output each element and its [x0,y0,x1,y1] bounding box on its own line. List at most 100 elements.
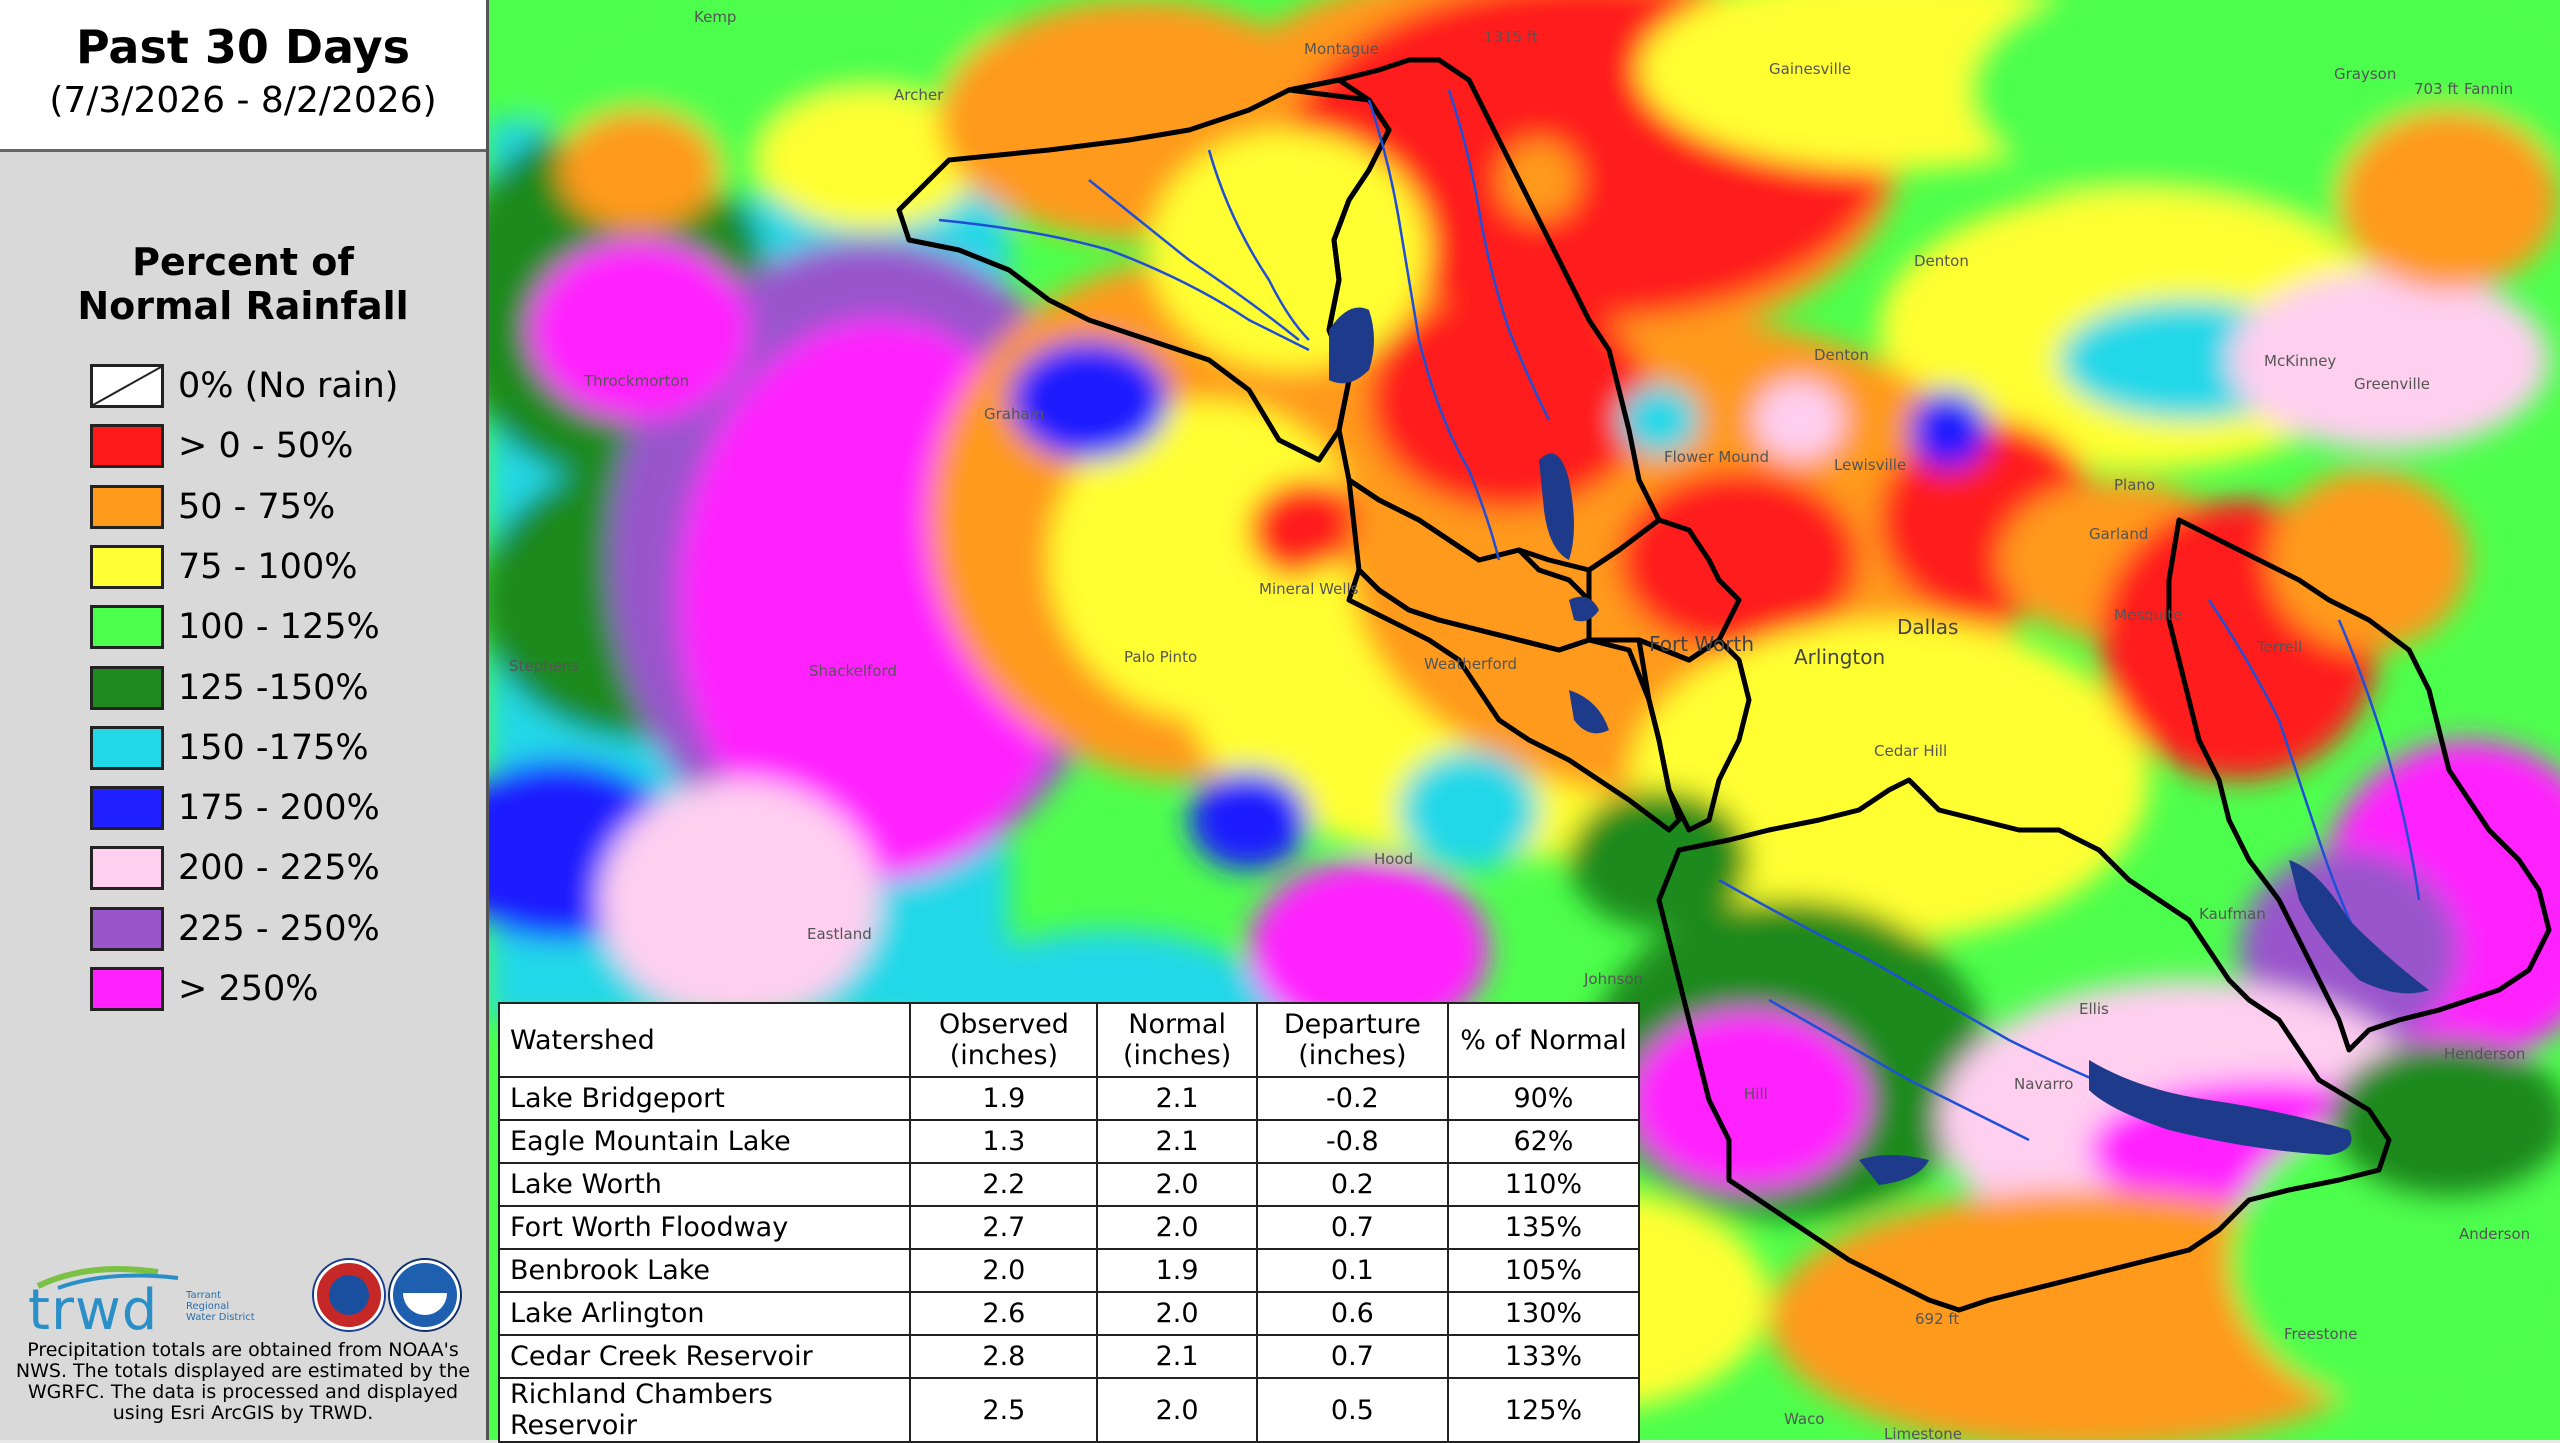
table-row: Lake Worth 2.2 2.0 0.2 110% [497,1162,1641,1207]
table-row: Benbrook Lake 2.0 1.9 0.1 105% [497,1248,1641,1293]
map-title: Past 30 Days [75,20,411,74]
place-label: Kemp [694,8,737,26]
watershed-cell: Lake Arlington [497,1291,912,1336]
place-label: Ellis [2079,1000,2109,1018]
legend-title: Percent of Normal Rainfall [0,240,486,328]
legend-item: 0% (No rain) [90,364,470,408]
normal-cell: 2.0 [1096,1205,1258,1250]
legend-swatch [90,725,164,770]
place-label: Grayson [2334,65,2397,83]
watershed-cell: Lake Worth [497,1162,912,1207]
place-label: Cedar Hill [1874,742,1948,760]
legend-label: 150 -175% [178,727,369,768]
legend-item: 225 - 250% [90,906,470,951]
place-label: Fannin [2464,80,2514,98]
departure-cell: 0.6 [1255,1291,1449,1336]
place-label: Kaufman [2199,905,2266,923]
place-label: Montague [1304,40,1379,58]
normal-cell: 2.0 [1096,1162,1258,1207]
place-label: Arlington [1794,645,1886,669]
departure-cell: 0.7 [1255,1334,1449,1379]
legend-label: 225 - 250% [178,908,380,949]
normal-cell: 2.1 [1096,1334,1258,1379]
pct-normal-cell: 125% [1446,1377,1641,1443]
place-label: Navarro [2014,1075,2074,1093]
place-label: Lewisville [1834,456,1907,474]
normal-cell: 1.9 [1096,1248,1258,1293]
pct-normal-cell: 105% [1446,1248,1641,1293]
normal-cell: 2.0 [1096,1291,1258,1336]
departure-cell: -0.8 [1255,1119,1449,1164]
place-label: Freestone [2284,1325,2358,1343]
observed-cell: 2.6 [909,1291,1099,1336]
legend-item: 100 - 125% [90,605,470,650]
pct-normal-cell: 130% [1446,1291,1641,1336]
departure-cell: 0.2 [1255,1162,1449,1207]
place-label: McKinney [2264,352,2337,370]
observed-cell: 1.9 [909,1076,1099,1121]
place-label: Mesquite [2114,606,2183,624]
place-label: Graham [984,405,1045,423]
place-label: 692 ft [1915,1310,1960,1328]
place-label: Shackelford [809,662,897,680]
observed-cell: 1.3 [909,1119,1099,1164]
title-box: Past 30 Days (7/3/2026 - 8/2/2026) [0,0,486,152]
pct-normal-cell: 90% [1446,1076,1641,1121]
legend-swatch [90,544,164,589]
header-observed: Observed (inches) [909,1002,1099,1078]
legend-item: > 250% [90,967,470,1011]
header-departure: Departure (inches) [1255,1002,1449,1078]
place-label: Johnson [1584,970,1644,988]
place-label: Mineral Wells [1259,580,1359,598]
place-label: Greenville [2354,375,2431,393]
nws-logo-icon [314,1260,384,1330]
noaa-logo-icon [390,1260,460,1330]
data-source-footnote: Precipitation totals are obtained from N… [15,1339,471,1424]
place-label: 703 ft [2414,80,2459,98]
observed-cell: 2.0 [909,1248,1099,1293]
place-label: Archer [894,86,944,104]
place-label: Weatherford [1424,655,1518,673]
legend-label: 0% (No rain) [178,366,399,406]
place-label: Eastland [807,925,872,943]
legend-label: > 0 - 50% [178,426,354,467]
place-label: Palo Pinto [1124,648,1198,666]
observed-cell: 2.7 [909,1205,1099,1250]
watershed-cell: Cedar Creek Reservoir [497,1334,912,1379]
departure-cell: -0.2 [1255,1076,1449,1121]
legend-swatch [90,786,164,831]
table-header-row: Watershed Observed (inches) Normal (inch… [497,1002,1641,1078]
legend-label: 75 - 100% [178,546,358,587]
place-label: Denton [1914,252,1969,270]
watershed-cell: Richland Chambers Reservoir [497,1377,912,1443]
place-label: Flower Mound [1664,448,1770,466]
observed-cell: 2.2 [909,1162,1099,1207]
normal-cell: 2.1 [1096,1076,1258,1121]
trwd-logo: trwd Tarrant Regional Water District [28,1262,255,1343]
legend-item: 75 - 100% [90,544,470,589]
legend-swatch [90,484,164,529]
legend-swatch [90,364,164,408]
departure-cell: 0.5 [1255,1377,1449,1443]
watershed-cell: Fort Worth Floodway [497,1205,912,1250]
legend-swatch [90,665,164,710]
place-label: Plano [2114,476,2156,494]
legend-title-line1: Percent of [132,240,354,284]
place-label: Henderson [2444,1045,2526,1063]
observed-cell: 2.5 [909,1377,1099,1443]
pct-normal-cell: 133% [1446,1334,1641,1379]
place-label: Garland [2089,525,2149,543]
legend-title-line2: Normal Rainfall [77,284,409,328]
legend-swatch [90,424,164,469]
logos: trwd Tarrant Regional Water District [0,1240,486,1343]
legend-label: 175 - 200% [178,788,380,829]
legend-label: 100 - 125% [178,607,380,648]
table-row: Richland Chambers Reservoir 2.5 2.0 0.5 125% [497,1377,1641,1443]
legend-sidebar: Past 30 Days (7/3/2026 - 8/2/2026) Perce… [0,0,489,1440]
place-label: 1315 ft [1484,28,1538,46]
watershed-cell: Lake Bridgeport [497,1076,912,1121]
table-row: Lake Bridgeport 1.9 2.1 -0.2 90% [497,1076,1641,1121]
place-label: Waco [1784,1410,1825,1428]
legend-item: 150 -175% [90,725,470,770]
pct-normal-cell: 62% [1446,1119,1641,1164]
